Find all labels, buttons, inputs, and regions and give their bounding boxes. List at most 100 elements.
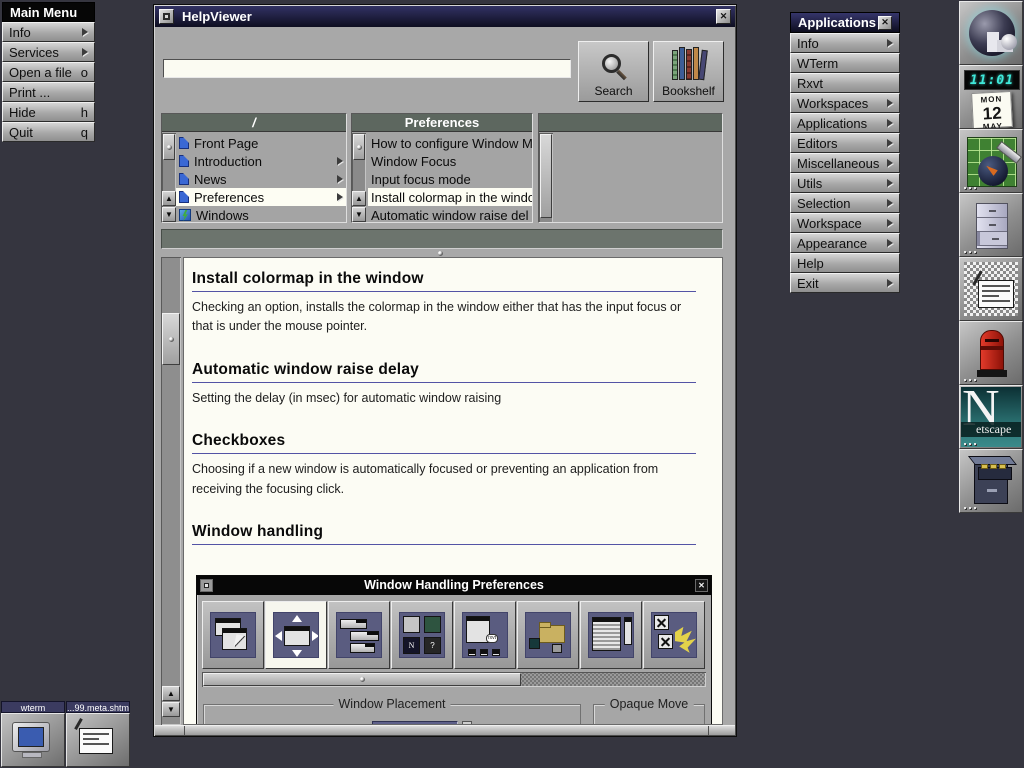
list-item-selected[interactable]: Install colormap in the windo bbox=[368, 188, 532, 206]
document-icon bbox=[179, 155, 189, 167]
close-icon: ✕ bbox=[720, 11, 728, 22]
scroll-up-button[interactable]: ▲ bbox=[352, 191, 366, 206]
submenu-arrow-icon bbox=[887, 239, 893, 247]
dock-tile-windowmaker[interactable] bbox=[959, 1, 1023, 65]
embedded-screenshot-window: Window Handling Preferences ✕ bbox=[196, 575, 712, 725]
menu-item-editors[interactable]: Editors bbox=[790, 133, 900, 153]
main-menu-titlebar[interactable]: Main Menu bbox=[2, 2, 95, 22]
section-heading: Install colormap in the window bbox=[192, 270, 696, 292]
file-cabinet-icon bbox=[976, 203, 1008, 249]
menu-item-rxvt[interactable]: Rxvt bbox=[790, 73, 900, 93]
list-item[interactable]: Windows bbox=[176, 206, 346, 222]
main-menu: Main Menu Info Services Open a file o Pr… bbox=[2, 2, 95, 142]
dock-tile-mail-compose[interactable] bbox=[959, 257, 1023, 321]
toolbar-button-menus bbox=[328, 601, 390, 669]
dock-tile-netscape[interactable]: N etscape bbox=[959, 385, 1023, 449]
column-scrollbar[interactable]: ▲ ▼ bbox=[162, 133, 176, 222]
menu-item-exit[interactable]: Exit bbox=[790, 273, 900, 293]
dock-tile-file-cabinet[interactable] bbox=[959, 193, 1023, 257]
submenu-arrow-icon bbox=[887, 199, 893, 207]
submenu-arrow-icon bbox=[887, 119, 893, 127]
archive-cabinet-icon bbox=[974, 462, 1008, 504]
list-item[interactable]: How to configure Window M bbox=[368, 134, 532, 152]
section-body: Checking an option, installs the colorma… bbox=[192, 298, 686, 337]
scroll-down-button[interactable]: ▼ bbox=[162, 702, 180, 717]
dock-tile-paint-app[interactable] bbox=[959, 129, 1023, 193]
browser-column-empty bbox=[538, 113, 723, 223]
miniwindow-document[interactable]: ...99.meta.shtml bbox=[66, 701, 130, 767]
bookshelf-button[interactable]: Bookshelf bbox=[653, 41, 724, 102]
menu-item-quit[interactable]: Quit q bbox=[2, 122, 95, 142]
scroll-down-button[interactable]: ▼ bbox=[162, 207, 176, 222]
window-menu-button[interactable] bbox=[159, 9, 174, 24]
miniwindow-wterm[interactable]: wterm bbox=[1, 701, 65, 767]
document-window-icon bbox=[66, 713, 130, 767]
close-button[interactable]: ✕ bbox=[716, 9, 731, 24]
close-button: ✕ bbox=[695, 579, 708, 592]
split-handle[interactable] bbox=[438, 251, 443, 256]
miniwindow-title: wterm bbox=[1, 701, 65, 713]
menu-item-workspaces[interactable]: Workspaces bbox=[790, 93, 900, 113]
menu-item-selection[interactable]: Selection bbox=[790, 193, 900, 213]
list-item[interactable]: News bbox=[176, 170, 346, 188]
scroll-up-button[interactable]: ▲ bbox=[162, 686, 180, 701]
scrollbar-knob[interactable] bbox=[353, 134, 365, 160]
list-item[interactable]: Introduction bbox=[176, 152, 346, 170]
scroll-down-button[interactable]: ▼ bbox=[352, 207, 366, 222]
menu-item-appearance[interactable]: Appearance bbox=[790, 233, 900, 253]
dock-tile-postbox[interactable] bbox=[959, 321, 1023, 385]
section-heading: Automatic window raise delay bbox=[192, 361, 696, 383]
digital-clock: 11:01 bbox=[964, 70, 1020, 90]
scroll-up-button[interactable]: ▲ bbox=[162, 191, 176, 206]
column-header: / bbox=[162, 114, 346, 132]
scrollbar-knob[interactable] bbox=[163, 134, 175, 160]
menu-item-help[interactable]: Help bbox=[790, 253, 900, 273]
content-scrollbar[interactable]: ▲ ▼ bbox=[161, 257, 181, 725]
menu-item-miscellaneous[interactable]: Miscellaneous bbox=[790, 153, 900, 173]
applications-menu-titlebar[interactable]: Applications ✕ bbox=[790, 12, 900, 33]
submenu-arrow-icon bbox=[887, 179, 893, 187]
scrollbar-knob[interactable] bbox=[540, 134, 552, 218]
menu-item-wterm[interactable]: WTerm bbox=[790, 53, 900, 73]
menu-item-workspace[interactable]: Workspace bbox=[790, 213, 900, 233]
submenu-arrow-icon bbox=[337, 175, 343, 183]
close-button[interactable]: ✕ bbox=[878, 16, 892, 30]
list-item[interactable]: Automatic window raise del bbox=[368, 206, 532, 222]
submenu-arrow-icon bbox=[337, 193, 343, 201]
menu-item-info[interactable]: Info bbox=[790, 33, 900, 53]
help-page: Install colormap in the window Checking … bbox=[183, 257, 723, 725]
list-item[interactable]: Input focus mode bbox=[368, 170, 532, 188]
search-button[interactable]: Search bbox=[578, 41, 649, 102]
menu-item-print[interactable]: Print ... bbox=[2, 82, 95, 102]
menu-item-utils[interactable]: Utils bbox=[790, 173, 900, 193]
menu-item-info[interactable]: Info bbox=[2, 22, 95, 42]
toolbar-scrollbar bbox=[202, 672, 706, 687]
menu-item-label: Quit bbox=[9, 125, 33, 140]
list-item[interactable]: Front Page bbox=[176, 134, 346, 152]
column-scrollbar[interactable] bbox=[539, 133, 553, 222]
column-scrollbar[interactable]: ▲ ▼ bbox=[352, 133, 366, 222]
search-input[interactable] bbox=[163, 59, 571, 78]
menu-item-open-a-file[interactable]: Open a file o bbox=[2, 62, 95, 82]
menu-item-applications[interactable]: Applications bbox=[790, 113, 900, 133]
menu-item-services[interactable]: Services bbox=[2, 42, 95, 62]
window-placement-group: Window Placement Automatic bbox=[203, 704, 581, 725]
list-item-selected[interactable]: Preferences bbox=[176, 188, 346, 206]
list-item[interactable]: Window Focus bbox=[368, 152, 532, 170]
helpviewer-window: HelpViewer ✕ Search Bookshelf / ▲ ▼ Fron… bbox=[153, 4, 737, 737]
helpviewer-titlebar[interactable]: HelpViewer ✕ bbox=[155, 6, 735, 27]
menu-item-hide[interactable]: Hide h bbox=[2, 102, 95, 122]
scrollbar-knob[interactable] bbox=[162, 313, 180, 365]
menu-item-label: Print ... bbox=[9, 85, 50, 100]
embedded-titlebar: Window Handling Preferences ✕ bbox=[197, 576, 711, 595]
paint-app-icon bbox=[967, 137, 1017, 187]
menu-item-label: Services bbox=[9, 45, 59, 60]
menu-item-label: Info bbox=[9, 25, 31, 40]
applications-menu: Applications ✕ Info WTerm Rxvt Workspace… bbox=[790, 12, 900, 293]
dock-tile-clock[interactable]: 11:01 MON 12 MAY bbox=[959, 65, 1023, 129]
section-heading: Window handling bbox=[192, 523, 696, 545]
dock-tile-archive-cabinet[interactable] bbox=[959, 449, 1023, 513]
browser-column-root: / ▲ ▼ Front Page Introduction bbox=[161, 113, 347, 223]
content-area: ▲ ▼ Install colormap in the window Check… bbox=[161, 257, 723, 725]
resize-bar[interactable] bbox=[155, 725, 735, 735]
